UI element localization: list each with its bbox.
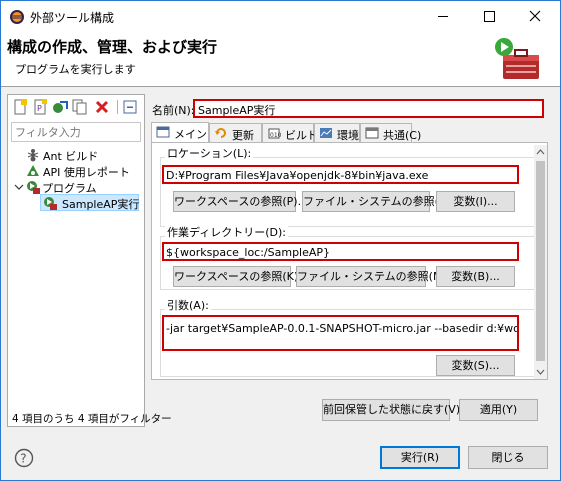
workdir-label: 作業ディレクトリー(D): [165, 224, 288, 240]
refresh-icon [215, 128, 226, 138]
help-icon[interactable]: ? [14, 448, 34, 468]
run-button[interactable]: 実行(R) [380, 446, 460, 469]
common-icon [365, 127, 379, 139]
location-variables-button[interactable]: 変数(I)... [436, 191, 515, 212]
main-tab-panel: ロケーション(L): D:¥Program Files¥Java¥openjdk… [151, 142, 548, 380]
tab-build[interactable]: 010 ビルド [262, 123, 318, 143]
revert-button[interactable]: 前回保管した状態に戻す(V) [322, 399, 460, 421]
toolbox-run-icon [495, 38, 539, 79]
window-title: 外部ツール構成 [30, 11, 115, 25]
filter-input[interactable] [11, 122, 141, 142]
args-label: 引数(A): [165, 297, 211, 313]
filter-status-text: 4 項目のうち 4 項目がフィルター [12, 413, 172, 425]
svg-text:P: P [37, 104, 42, 113]
close-window-button[interactable] [512, 1, 558, 31]
collapse-all-icon[interactable] [122, 99, 138, 115]
config-toolbar: P [8, 95, 144, 119]
eclipse-icon [10, 10, 24, 24]
banner-subtitle: プログラムを実行します [15, 63, 136, 76]
name-input[interactable]: SampleAP実行 [193, 99, 544, 118]
ant-icon [27, 149, 39, 162]
build-icon: 010 [268, 128, 281, 139]
args-variables-button[interactable]: 変数(S)... [436, 355, 515, 376]
workdir-workspace-button[interactable]: ワークスペースの参照(K)... [173, 266, 309, 287]
scrollbar-thumb[interactable] [536, 161, 545, 361]
tab-refresh[interactable]: 更新 [209, 123, 262, 143]
tab-label: 共通(C) [383, 129, 422, 142]
chevron-down-icon [14, 184, 24, 190]
header-banner: 構成の作成、管理、および実行 プログラムを実行します [1, 31, 560, 87]
tab-environment[interactable]: 環境 [314, 123, 360, 143]
new-prototype-icon[interactable]: P [32, 99, 48, 115]
environment-icon [320, 128, 332, 138]
title-bar: 外部ツール構成 [1, 1, 560, 31]
workdir-input[interactable]: ${workspace_loc:/SampleAP} [162, 242, 519, 261]
duplicate-config-icon[interactable] [72, 99, 88, 115]
tree-item-label: SampleAP実行 [62, 198, 140, 211]
tab-label: 環境 [337, 129, 359, 142]
svg-text:?: ? [20, 452, 26, 466]
scroll-up-icon[interactable] [534, 145, 547, 159]
program-icon [27, 181, 40, 194]
config-list-pane: P Ant ビルド [7, 94, 172, 427]
main-tab-icon [156, 126, 170, 138]
workdir-filesystem-button[interactable]: ファイル・システムの参照(M)... [296, 266, 457, 287]
tree-item-label: API 使用レポート [43, 166, 130, 179]
toolbar-separator [117, 100, 118, 114]
banner-title: 構成の作成、管理、および実行 [7, 38, 218, 56]
export-config-icon[interactable] [52, 99, 68, 115]
delete-config-icon[interactable] [94, 99, 110, 115]
workdir-variables-button[interactable]: 変数(B)... [436, 266, 515, 287]
location-filesystem-button[interactable]: ファイル・システムの参照(E)... [302, 191, 461, 212]
scroll-down-icon[interactable] [534, 365, 547, 379]
args-textarea[interactable]: -jar target¥SampleAP-0.0.1-SNAPSHOT-micr… [162, 315, 519, 351]
tree-item-sampleap[interactable]: SampleAP実行 [40, 194, 139, 211]
tab-label: メイン [174, 128, 207, 141]
location-input[interactable]: D:¥Program Files¥Java¥openjdk-8¥bin¥java… [162, 165, 519, 184]
name-label: 名前(N): [152, 104, 195, 117]
tab-label: 更新 [232, 129, 254, 142]
panel-scrollbar[interactable] [534, 145, 547, 379]
api-report-icon [27, 165, 39, 176]
close-button[interactable]: 閉じる [468, 446, 548, 469]
minimize-button[interactable] [420, 1, 466, 31]
svg-text:010: 010 [270, 132, 281, 139]
apply-button[interactable]: 適用(Y) [459, 399, 538, 421]
dialog-window: 外部ツール構成 構成の作成、管理、および実行 プログラムを実行します P フィル… [0, 0, 561, 481]
new-config-icon[interactable] [12, 99, 28, 115]
tab-common[interactable]: 共通(C) [360, 123, 421, 143]
tab-main[interactable]: メイン [151, 122, 209, 144]
location-workspace-button[interactable]: ワークスペースの参照(P)... [173, 191, 308, 212]
tree-item-label: Ant ビルド [43, 150, 99, 163]
maximize-button[interactable] [466, 1, 512, 31]
location-label: ロケーション(L): [165, 145, 254, 161]
launch-config-icon [44, 197, 57, 210]
